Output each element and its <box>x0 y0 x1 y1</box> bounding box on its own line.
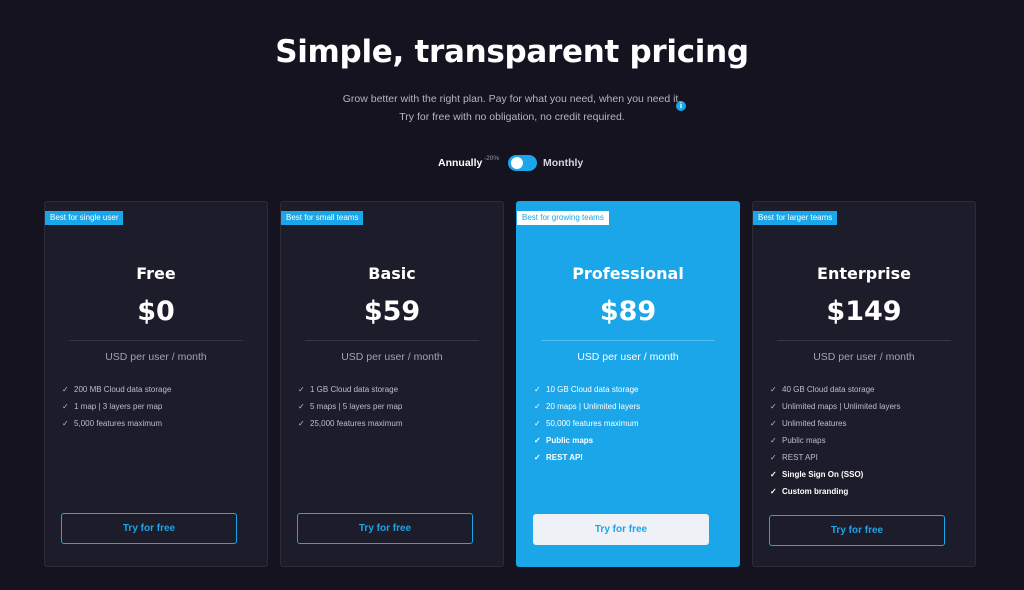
plan-badge: Best for larger teams <box>753 211 838 225</box>
feature-item: ✓ 1 GB Cloud data storage <box>298 381 493 398</box>
feature-item: ✓ Custom branding <box>770 483 965 500</box>
try-for-free-button[interactable]: Try for free <box>61 513 237 544</box>
feature-item: ✓ 1 map | 3 layers per map <box>62 398 257 415</box>
feature-item: ✓ 20 maps | Unlimited layers <box>534 398 729 415</box>
feature-text: Single Sign On (SSO) <box>782 470 864 479</box>
switch-knob <box>511 157 523 169</box>
discount-label: -20% <box>484 155 500 162</box>
feature-text: Unlimited features <box>782 419 847 428</box>
price-unit: USD per user / month <box>105 351 207 363</box>
feature-list: ✓ 10 GB Cloud data storage ✓ 20 maps | Unl… <box>534 381 729 466</box>
feature-list: ✓ 40 GB Cloud data storage ✓ Unlimited map… <box>770 381 965 500</box>
check-icon: ✓ <box>770 385 777 394</box>
billing-period-switch[interactable] <box>508 155 537 171</box>
feature-text: 1 map | 3 layers per map <box>74 402 163 411</box>
check-icon: ✓ <box>62 419 69 428</box>
feature-text: 40 GB Cloud data storage <box>782 385 875 394</box>
plan-name: Basic <box>368 264 416 283</box>
feature-list: ✓ 200 MB Cloud data storage ✓ 1 map | 3 la… <box>62 381 257 432</box>
feature-text: Custom branding <box>782 487 849 496</box>
try-for-free-button[interactable]: Try for free <box>769 515 945 546</box>
feature-item: ✓ 40 GB Cloud data storage <box>770 381 965 398</box>
plan-name: Professional <box>572 264 684 283</box>
plan-card-free: Best for single user Free $0 USD per use… <box>44 201 268 567</box>
divider <box>305 340 479 341</box>
feature-text: 5,000 features maximum <box>74 419 163 428</box>
feature-text: 25,000 features maximum <box>310 419 403 428</box>
feature-text: 20 maps | Unlimited layers <box>546 402 641 411</box>
feature-text: REST API <box>782 453 818 462</box>
check-icon: ✓ <box>298 402 305 411</box>
plan-badge: Best for single user <box>45 211 124 225</box>
check-icon: ✓ <box>534 436 541 445</box>
page-title: Simple, transparent pricing <box>275 34 749 70</box>
feature-item: ✓ 5,000 features maximum <box>62 415 257 432</box>
feature-item: ✓ 5 maps | 5 layers per map <box>298 398 493 415</box>
plan-price: $59 <box>363 296 421 327</box>
feature-item: ✓ Unlimited maps | Unlimited layers <box>770 398 965 415</box>
plan-card-professional: Best for growing teams Professional $89 … <box>516 201 740 567</box>
info-icon[interactable]: i <box>676 101 686 111</box>
plan-badge: Best for growing teams <box>517 211 609 225</box>
price-unit: USD per user / month <box>813 351 915 363</box>
plan-card-basic: Best for small teams Basic $59 USD per u… <box>280 201 504 567</box>
feature-text: 50,000 features maximum <box>546 419 639 428</box>
plan-price: $89 <box>599 296 657 327</box>
check-icon: ✓ <box>534 419 541 428</box>
plan-badge: Best for small teams <box>281 211 364 225</box>
feature-text: REST API <box>546 453 583 462</box>
subtitle-line-2: Try for free with no obligation, no cred… <box>399 111 625 123</box>
feature-item: ✓ 10 GB Cloud data storage <box>534 381 729 398</box>
subtitle-line-1: Grow better with the right plan. Pay for… <box>342 93 682 105</box>
check-icon: ✓ <box>770 436 777 445</box>
monthly-label[interactable]: Monthly <box>543 157 583 169</box>
feature-item: ✓ Public maps <box>534 432 729 449</box>
feature-item: ✓ 50,000 features maximum <box>534 415 729 432</box>
check-icon: ✓ <box>534 453 541 462</box>
feature-text: 10 GB Cloud data storage <box>546 385 639 394</box>
check-icon: ✓ <box>62 385 69 394</box>
plan-name: Enterprise <box>817 264 911 283</box>
feature-item: ✓ 25,000 features maximum <box>298 415 493 432</box>
feature-text: 1 GB Cloud data storage <box>310 385 399 394</box>
check-icon: ✓ <box>770 470 777 479</box>
feature-text: Public maps <box>546 436 594 445</box>
plan-price: $149 <box>826 296 902 327</box>
try-for-free-button[interactable]: Try for free <box>533 514 709 545</box>
feature-item: ✓ Unlimited features <box>770 415 965 432</box>
feature-text: 200 MB Cloud data storage <box>74 385 172 394</box>
price-unit: USD per user / month <box>341 351 443 363</box>
feature-item: ✓ 200 MB Cloud data storage <box>62 381 257 398</box>
plan-price: $0 <box>137 296 175 327</box>
plan-card-enterprise: Best for larger teams Enterprise $149 US… <box>752 201 976 567</box>
divider <box>69 340 243 341</box>
feature-text: Unlimited maps | Unlimited layers <box>782 402 901 411</box>
check-icon: ✓ <box>770 453 777 462</box>
divider <box>777 340 951 341</box>
feature-item: ✓ REST API <box>770 449 965 466</box>
feature-item: ✓ Single Sign On (SSO) <box>770 466 965 483</box>
check-icon: ✓ <box>770 419 777 428</box>
plan-name: Free <box>136 264 176 283</box>
feature-text: Public maps <box>782 436 826 445</box>
billing-toggle: Annually -20% Monthly <box>0 155 1024 173</box>
feature-list: ✓ 1 GB Cloud data storage ✓ 5 maps | 5 lay… <box>298 381 493 432</box>
price-unit: USD per user / month <box>577 351 679 363</box>
check-icon: ✓ <box>62 402 69 411</box>
feature-item: ✓ REST API <box>534 449 729 466</box>
check-icon: ✓ <box>770 487 777 496</box>
annually-label[interactable]: Annually <box>438 157 482 169</box>
check-icon: ✓ <box>298 385 305 394</box>
check-icon: ✓ <box>770 402 777 411</box>
check-icon: ✓ <box>534 402 541 411</box>
try-for-free-button[interactable]: Try for free <box>297 513 473 544</box>
check-icon: ✓ <box>534 385 541 394</box>
feature-text: 5 maps | 5 layers per map <box>310 402 403 411</box>
check-icon: ✓ <box>298 419 305 428</box>
divider <box>541 340 715 341</box>
feature-item: ✓ Public maps <box>770 432 965 449</box>
